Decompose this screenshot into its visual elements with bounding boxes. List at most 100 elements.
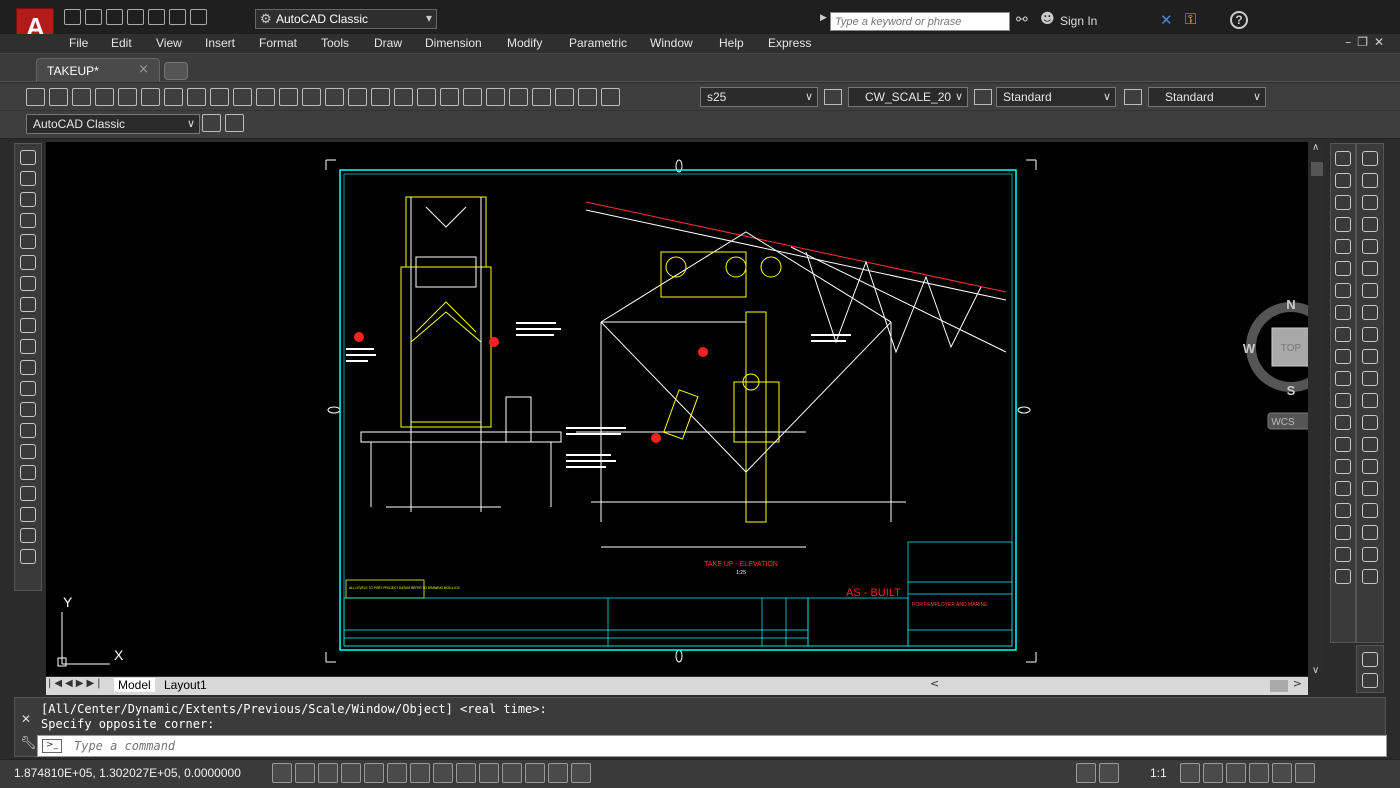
plot-preview-icon[interactable] (118, 88, 137, 106)
transparency-icon[interactable] (525, 763, 545, 783)
stay-connected-icon[interactable]: ⚿ (1185, 10, 1196, 28)
qnew-icon[interactable] (26, 88, 45, 106)
plot-icon[interactable] (95, 88, 114, 106)
menu-parametric[interactable]: Parametric (569, 36, 627, 50)
ortho-mode-icon[interactable] (341, 763, 361, 783)
lineweight-icon[interactable] (502, 763, 522, 783)
dimension-text-edit-icon[interactable] (1335, 547, 1351, 562)
zoom-realtime-icon[interactable] (371, 88, 390, 106)
move-icon[interactable] (1362, 261, 1378, 276)
polygon-icon[interactable] (20, 213, 36, 228)
radius-icon[interactable] (1335, 239, 1351, 254)
menu-express[interactable]: Express (768, 36, 811, 50)
polar-tracking-icon[interactable] (364, 763, 384, 783)
multileader-style-select[interactable]: Standard (1148, 87, 1266, 107)
dim-style-icon[interactable] (824, 89, 842, 105)
design-center-icon[interactable] (463, 88, 482, 106)
stretch-icon[interactable] (1362, 327, 1378, 342)
explode-icon[interactable] (1362, 525, 1378, 540)
inspection-icon[interactable] (1335, 481, 1351, 496)
menu-draw[interactable]: Draw (374, 36, 402, 50)
linear-dimension-icon[interactable] (1335, 151, 1351, 166)
arc-length-icon[interactable] (1335, 195, 1351, 210)
user-icon[interactable]: ☻ (1040, 11, 1055, 27)
menu-dimension[interactable]: Dimension (425, 36, 482, 50)
extend-icon[interactable] (1362, 371, 1378, 386)
cut-icon[interactable] (187, 88, 206, 106)
menu-help[interactable]: Help (719, 36, 744, 50)
scroll-thumb[interactable] (1270, 680, 1288, 692)
menu-insert[interactable]: Insert (205, 36, 235, 50)
array-icon[interactable] (1362, 239, 1378, 254)
join-icon[interactable] (1362, 437, 1378, 452)
draw-order-icon[interactable] (1362, 547, 1378, 562)
tab-layout1[interactable]: Layout1 (160, 678, 211, 692)
sign-in-button[interactable]: Sign In (1060, 14, 1097, 28)
horizontal-scrollbar[interactable]: < > (926, 677, 1306, 693)
wrench-icon[interactable]: 🔧︎ (20, 736, 37, 751)
object-snap-icon[interactable] (387, 763, 407, 783)
exchange-apps-icon[interactable]: ✕ (1160, 11, 1173, 29)
object-snap-tracking-icon[interactable] (433, 763, 453, 783)
tab-model[interactable]: Model (114, 678, 155, 692)
workspace-switching-icon[interactable] (1203, 763, 1223, 783)
infer-constraints-icon[interactable] (272, 763, 292, 783)
jogged-linear-icon[interactable] (1335, 503, 1351, 518)
multiline-text-icon[interactable] (20, 528, 36, 543)
revision-cloud-icon[interactable] (20, 297, 36, 312)
mirror-icon[interactable] (1362, 195, 1378, 210)
ordinate-icon[interactable] (1335, 217, 1351, 232)
undo-icon[interactable] (169, 9, 186, 25)
zoom-previous-icon[interactable] (417, 88, 436, 106)
help-button[interactable]: ? (1230, 11, 1248, 29)
center-mark-icon[interactable] (1335, 459, 1351, 474)
menu-file[interactable]: File (69, 36, 88, 50)
new-tab-button[interactable] (164, 62, 188, 80)
workspace-settings-icon[interactable] (202, 114, 221, 132)
abc-spell-icon[interactable] (1362, 652, 1378, 667)
menu-format[interactable]: Format (259, 36, 297, 50)
clean-screen-icon[interactable] (1295, 763, 1315, 783)
dynamic-ucs-icon[interactable] (456, 763, 476, 783)
search-expand-icon[interactable]: ▶ (820, 13, 827, 23)
open-icon[interactable] (85, 9, 102, 25)
scroll-thumb[interactable] (1311, 162, 1323, 176)
spline-icon[interactable] (20, 318, 36, 333)
compass-north[interactable]: N (1286, 297, 1295, 312)
redo-icon[interactable] (190, 9, 207, 25)
dim-style-select[interactable]: CW_SCALE_20 (848, 87, 968, 107)
close-icon[interactable]: × (138, 62, 149, 77)
3d-object-snap-icon[interactable] (410, 763, 430, 783)
table-icon[interactable] (20, 507, 36, 522)
search-input[interactable]: Type a keyword or phrase (830, 12, 1010, 31)
copy-icon[interactable] (210, 88, 229, 106)
menu-tools[interactable]: Tools (321, 36, 349, 50)
dimension-break-icon[interactable] (1335, 415, 1351, 430)
fillet-icon[interactable] (1362, 481, 1378, 496)
break-at-point-icon[interactable] (1362, 393, 1378, 408)
jogged-icon[interactable] (1335, 261, 1351, 276)
vertical-scrollbar[interactable]: ∧ ∨ (1308, 142, 1326, 676)
file-tab-takeup[interactable]: TAKEUP* × (36, 58, 160, 82)
isolate-objects-icon[interactable] (1272, 763, 1292, 783)
new-icon[interactable] (64, 9, 81, 25)
continue-icon[interactable] (1335, 371, 1351, 386)
blend-curves-icon[interactable] (1362, 503, 1378, 518)
undo-icon[interactable] (302, 88, 321, 106)
tool-palettes-icon[interactable] (486, 88, 505, 106)
hatch-icon[interactable] (20, 444, 36, 459)
annotation-visibility-icon[interactable] (1180, 763, 1200, 783)
quick-view-layouts-icon[interactable] (1099, 763, 1119, 783)
offset-icon[interactable] (1362, 217, 1378, 232)
zoom-window-icon[interactable] (394, 88, 413, 106)
table-style-select[interactable]: Standard (996, 87, 1116, 107)
selection-cycling-icon[interactable] (571, 763, 591, 783)
bring-to-front-icon[interactable] (1362, 569, 1378, 584)
dimension-space-icon[interactable] (1335, 393, 1351, 408)
menu-window[interactable]: Window (650, 36, 693, 50)
workspace-switcher[interactable]: AutoCAD Classic (255, 9, 437, 29)
erase-icon[interactable] (1362, 151, 1378, 166)
publish-icon[interactable] (141, 88, 160, 106)
layout-nav-arrows[interactable]: |◀◀▶▶| (48, 678, 104, 689)
scroll-up-icon[interactable]: ∧ (1312, 142, 1319, 153)
